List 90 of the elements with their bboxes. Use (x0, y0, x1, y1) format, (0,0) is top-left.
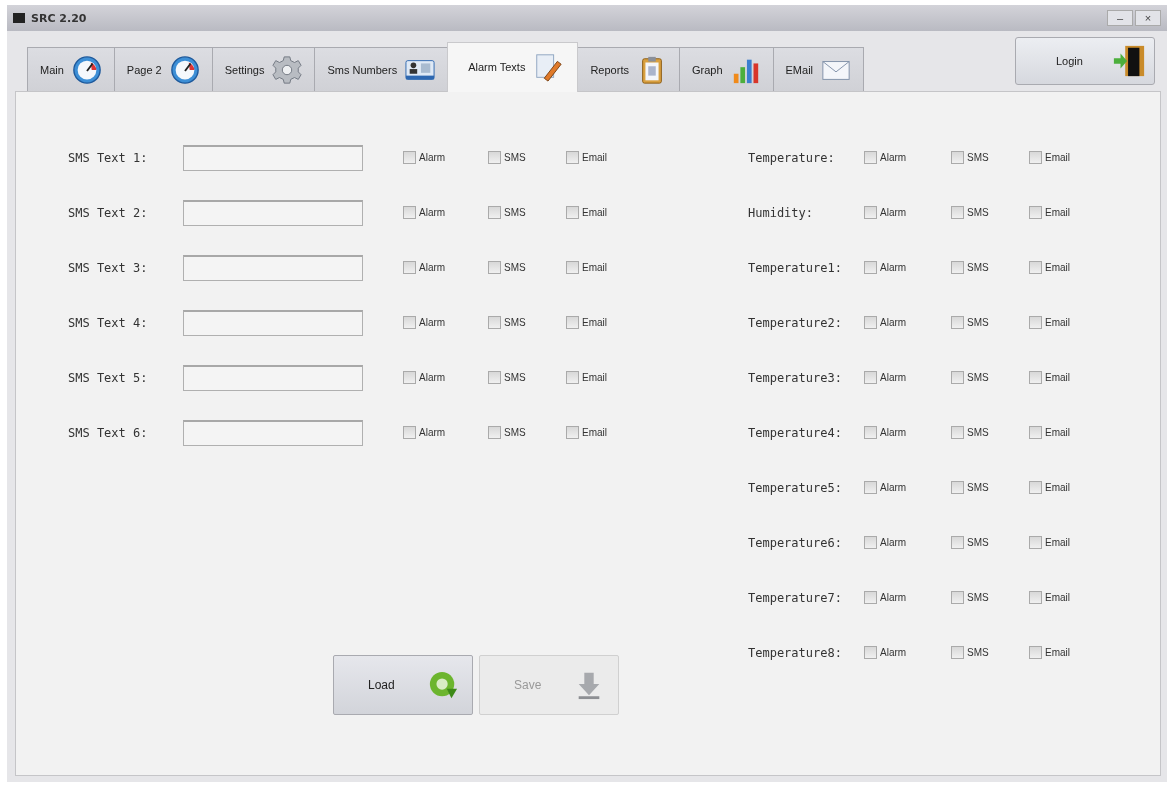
checkbox[interactable]: Alarm (403, 261, 488, 274)
note-pencil-icon (533, 52, 564, 82)
checkbox[interactable]: Alarm (864, 536, 951, 549)
checkbox[interactable]: SMS (951, 151, 1029, 164)
tab[interactable]: Page 2 (113, 47, 213, 91)
checkbox[interactable]: SMS (488, 261, 566, 274)
sensor-label: Temperature4: (748, 425, 843, 440)
sensor-label: Humidity: (748, 205, 815, 220)
checkbox[interactable]: Email (566, 371, 646, 384)
door-icon (1112, 44, 1146, 78)
checkbox[interactable]: SMS (488, 371, 566, 384)
checkbox[interactable]: SMS (951, 536, 1029, 549)
sensor-label: Temperature5: (748, 480, 843, 495)
text-input[interactable] (183, 309, 363, 336)
checkbox[interactable]: Email (1029, 151, 1089, 164)
checkbox[interactable]: Email (1029, 481, 1089, 494)
checkbox[interactable]: SMS (951, 481, 1029, 494)
checkbox[interactable]: Email (566, 151, 646, 164)
sensor-label: Temperature6: (748, 535, 843, 550)
field-label: SMS Text 4: (68, 315, 149, 330)
text-input[interactable] (183, 419, 363, 446)
checkbox[interactable]: SMS (951, 591, 1029, 604)
checkbox[interactable]: Alarm (864, 646, 951, 659)
text-input[interactable] (183, 199, 363, 226)
gauge-icon (169, 54, 200, 85)
checkbox[interactable]: Email (1029, 316, 1089, 329)
load-button[interactable]: Load (333, 655, 473, 715)
tab[interactable]: Settings (211, 47, 316, 91)
checkbox[interactable]: Alarm (864, 591, 951, 604)
checkbox[interactable]: Email (566, 426, 646, 439)
checkbox[interactable]: SMS (951, 646, 1029, 659)
checkbox[interactable]: SMS (951, 206, 1029, 219)
checkbox[interactable]: SMS (488, 426, 566, 439)
checkbox[interactable]: Alarm (864, 481, 951, 494)
checkbox[interactable]: Alarm (864, 316, 951, 329)
checkbox[interactable]: Email (566, 206, 646, 219)
close-button[interactable]: × (1135, 10, 1161, 26)
checkbox[interactable]: Email (1029, 206, 1089, 219)
checkbox[interactable]: SMS (951, 261, 1029, 274)
gear-icon (272, 54, 303, 85)
login-button[interactable]: Login (1015, 37, 1155, 85)
checkbox[interactable]: SMS (951, 426, 1029, 439)
app-icon (13, 13, 25, 23)
checkbox[interactable]: SMS (488, 316, 566, 329)
gauge-icon (71, 54, 102, 85)
window-title: SRC 2.20 (31, 11, 87, 25)
refresh-icon (428, 670, 458, 700)
checkbox[interactable]: SMS (951, 371, 1029, 384)
sensor-label: Temperature2: (748, 315, 843, 330)
sensor-label: Temperature8: (748, 645, 843, 660)
text-input[interactable] (183, 254, 363, 281)
checkbox[interactable]: Alarm (403, 151, 488, 164)
sensor-label: Temperature7: (748, 590, 843, 605)
minimize-button[interactable]: – (1107, 10, 1133, 26)
checkbox[interactable]: Email (1029, 646, 1089, 659)
checkbox[interactable]: Email (566, 316, 646, 329)
field-label: SMS Text 6: (68, 425, 149, 440)
checkbox[interactable]: Email (566, 261, 646, 274)
checkbox[interactable]: Email (1029, 371, 1089, 384)
checkbox[interactable]: Alarm (864, 151, 951, 164)
tab[interactable]: Alarm Texts (447, 42, 579, 92)
checkbox[interactable]: Alarm (403, 426, 488, 439)
field-label: SMS Text 1: (68, 150, 149, 165)
tab[interactable]: Main (27, 47, 115, 91)
sensor-label: Temperature1: (748, 260, 843, 275)
checkbox[interactable]: Email (1029, 591, 1089, 604)
field-label: SMS Text 2: (68, 205, 149, 220)
checkbox[interactable]: Email (1029, 426, 1089, 439)
checkbox[interactable]: Alarm (403, 206, 488, 219)
checkbox[interactable]: Alarm (864, 261, 951, 274)
checkbox[interactable]: SMS (951, 316, 1029, 329)
field-label: SMS Text 3: (68, 260, 149, 275)
text-input[interactable] (183, 364, 363, 391)
sensor-label: Temperature: (748, 150, 836, 165)
checkbox[interactable]: Alarm (403, 371, 488, 384)
tab[interactable]: Sms Numbers (314, 47, 449, 91)
checkbox[interactable]: Email (1029, 536, 1089, 549)
checkbox[interactable]: Alarm (864, 426, 951, 439)
tab[interactable]: EMail (772, 47, 865, 91)
text-input[interactable] (183, 144, 363, 171)
sensor-label: Temperature3: (748, 370, 843, 385)
tab[interactable]: Graph (678, 47, 774, 91)
checkbox[interactable]: Alarm (864, 206, 951, 219)
field-label: SMS Text 5: (68, 370, 149, 385)
checkbox[interactable]: SMS (488, 151, 566, 164)
checkbox[interactable]: Email (1029, 261, 1089, 274)
checkbox[interactable]: SMS (488, 206, 566, 219)
tab[interactable]: Reports (577, 47, 680, 91)
checkbox[interactable]: Alarm (403, 316, 488, 329)
checkbox[interactable]: Alarm (864, 371, 951, 384)
